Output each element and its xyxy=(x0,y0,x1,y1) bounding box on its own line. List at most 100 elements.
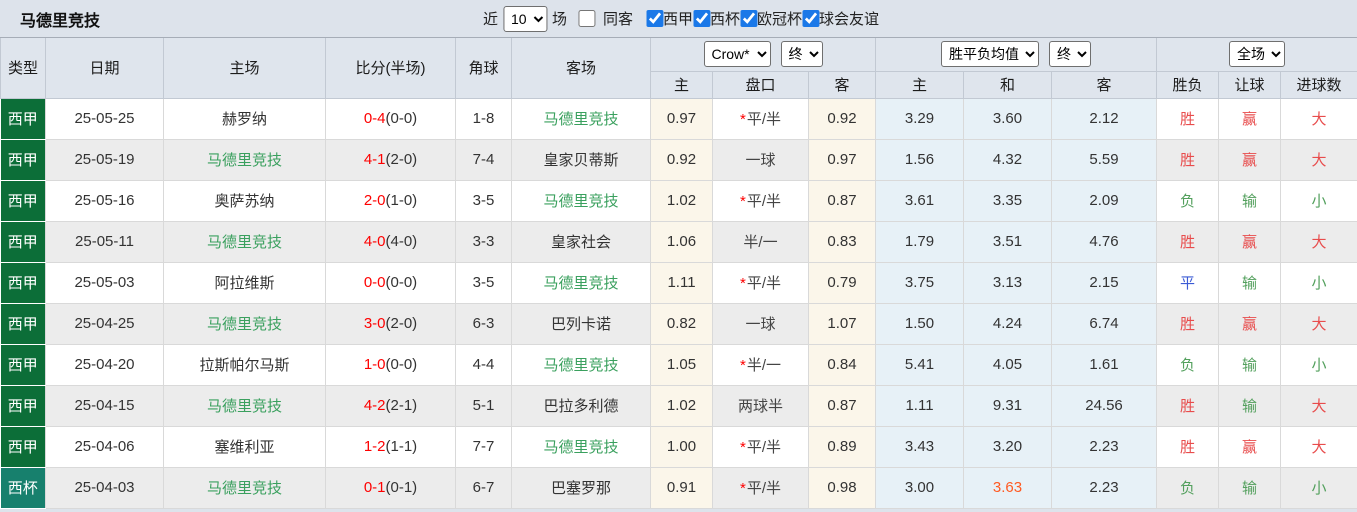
avg-away-odds: 2.12 xyxy=(1050,97,1158,140)
corner-score: 3-3 xyxy=(455,220,512,263)
match-score: 4-1(2-0) xyxy=(325,138,456,181)
avg-away-odds: 2.09 xyxy=(1050,179,1158,222)
result-handicap: 输 xyxy=(1218,466,1282,509)
league-checkbox[interactable] xyxy=(802,10,820,27)
home-team-link[interactable]: 塞维利亚 xyxy=(214,439,274,456)
away-team-cell: 皇家社会 xyxy=(511,220,651,263)
result-goals: 小 xyxy=(1280,466,1357,509)
result-win-loss: 胜 xyxy=(1156,425,1220,468)
handicap-home-odds: 1.05 xyxy=(650,343,713,386)
away-team-link[interactable]: 巴列卡诺 xyxy=(551,316,611,333)
league-checkbox[interactable] xyxy=(740,10,758,27)
home-team-link[interactable]: 奥萨苏纳 xyxy=(214,193,274,210)
match-date: 25-04-25 xyxy=(45,302,164,345)
avg-draw-odds: 3.63 xyxy=(963,466,1052,509)
result-win-loss: 胜 xyxy=(1156,220,1220,263)
result-handicap: 赢 xyxy=(1218,425,1282,468)
sub-header-away-odds: 客 xyxy=(808,70,876,99)
handicap-line: *半/一 xyxy=(712,343,809,386)
home-team-link[interactable]: 马德里竞技 xyxy=(207,398,282,415)
league-checkbox[interactable] xyxy=(693,10,711,27)
league-badge: 西杯 xyxy=(0,466,46,509)
away-team-link[interactable]: 马德里竞技 xyxy=(543,275,618,292)
full-time-score: 1-2 xyxy=(363,438,386,455)
col-header-away: 客场 xyxy=(511,38,651,99)
home-team-link[interactable]: 马德里竞技 xyxy=(207,234,282,251)
match-date: 25-05-25 xyxy=(45,97,164,140)
scope-header: 全场 xyxy=(1156,38,1357,72)
handicap-star: * xyxy=(739,480,746,497)
corner-score: 6-3 xyxy=(455,302,512,345)
result-win-loss: 负 xyxy=(1156,343,1220,386)
handicap-star: * xyxy=(739,275,746,292)
avg-away-odds: 2.23 xyxy=(1050,466,1158,509)
handicap-away-odds: 0.79 xyxy=(808,261,876,304)
matches-label: 场 xyxy=(551,11,567,28)
full-time-score: 1-0 xyxy=(363,356,386,373)
col-header-corner: 角球 xyxy=(455,38,512,99)
sub-header-avg-home: 主 xyxy=(875,70,964,99)
half-time-score: (4-0) xyxy=(385,233,418,250)
bookmaker-select[interactable]: Crow* xyxy=(703,41,771,68)
away-team-cell: 皇家贝蒂斯 xyxy=(511,138,651,181)
avg-draw-odds: 3.51 xyxy=(963,220,1052,263)
result-goals: 大 xyxy=(1280,220,1357,263)
home-team-link[interactable]: 马德里竞技 xyxy=(207,152,282,169)
league-badge: 西甲 xyxy=(0,138,46,181)
league-badge: 西甲 xyxy=(0,261,46,304)
away-team-link[interactable]: 马德里竞技 xyxy=(543,439,618,456)
average-time-select[interactable]: 终 xyxy=(1049,41,1091,68)
result-win-loss: 胜 xyxy=(1156,138,1220,181)
result-handicap: 输 xyxy=(1218,261,1282,304)
result-handicap: 赢 xyxy=(1218,302,1282,345)
half-time-score: (0-1) xyxy=(385,479,418,496)
handicap-home-odds: 0.82 xyxy=(650,302,713,345)
handicap-star: * xyxy=(739,357,746,374)
home-team-link[interactable]: 马德里竞技 xyxy=(207,316,282,333)
home-team-link[interactable]: 阿拉维斯 xyxy=(214,275,274,292)
recent-label: 近 xyxy=(482,11,498,28)
league-filter-3: 球会友谊 xyxy=(802,8,879,29)
scope-select[interactable]: 全场 xyxy=(1229,41,1286,68)
result-goals: 大 xyxy=(1280,384,1357,427)
home-team-link[interactable]: 赫罗纳 xyxy=(222,111,267,128)
league-badge: 西甲 xyxy=(0,97,46,140)
away-team-link[interactable]: 巴拉多利德 xyxy=(543,398,618,415)
avg-home-odds: 1.56 xyxy=(875,138,964,181)
bookmaker-time-select[interactable]: 终 xyxy=(780,41,823,68)
away-team-link[interactable]: 皇家贝蒂斯 xyxy=(543,152,618,169)
avg-away-odds: 5.59 xyxy=(1050,138,1158,181)
recent-count-select[interactable]: 10 xyxy=(502,5,547,32)
same-venue-checkbox[interactable] xyxy=(577,10,595,27)
topbar: 马德里竞技 近 10 场 同客 西甲 西杯 欧冠杯 球会友谊 xyxy=(0,0,1357,38)
sub-header-home-odds: 主 xyxy=(650,70,713,99)
away-team-link[interactable]: 巴塞罗那 xyxy=(551,480,611,497)
home-team-cell: 马德里竞技 xyxy=(163,220,326,263)
league-filter-label: 西杯 xyxy=(710,11,741,28)
match-row: 西甲 25-05-03 阿拉维斯 0-0(0-0) 3-5 马德里竞技 1.11 *平/半 0.… xyxy=(0,261,1357,304)
away-team-cell: 马德里竞技 xyxy=(511,425,651,468)
match-date: 25-05-16 xyxy=(45,179,164,222)
away-team-link[interactable]: 皇家社会 xyxy=(551,234,611,251)
average-odds-select[interactable]: 胜平负均值 xyxy=(941,41,1039,68)
league-checkbox[interactable] xyxy=(645,10,663,27)
handicap-away-odds: 0.83 xyxy=(808,220,876,263)
away-team-link[interactable]: 马德里竞技 xyxy=(543,193,618,210)
avg-home-odds: 3.00 xyxy=(875,466,964,509)
match-row: 西甲 25-04-15 马德里竞技 4-2(2-1) 5-1 巴拉多利德 1.02 两球半 0.… xyxy=(0,384,1357,427)
avg-home-odds: 5.41 xyxy=(875,343,964,386)
handicap-text: 平/半 xyxy=(746,193,781,210)
handicap-home-odds: 1.00 xyxy=(650,425,713,468)
handicap-text: 平/半 xyxy=(746,439,781,456)
avg-draw-odds: 4.32 xyxy=(963,138,1052,181)
result-win-loss: 负 xyxy=(1156,179,1220,222)
home-team-cell: 马德里竞技 xyxy=(163,384,326,427)
result-goals: 小 xyxy=(1280,343,1357,386)
home-team-link[interactable]: 拉斯帕尔马斯 xyxy=(199,357,289,374)
corner-score: 4-4 xyxy=(455,343,512,386)
handicap-home-odds: 1.11 xyxy=(650,261,713,304)
home-team-link[interactable]: 马德里竞技 xyxy=(207,480,282,497)
away-team-link[interactable]: 马德里竞技 xyxy=(543,111,618,128)
corner-score: 5-1 xyxy=(455,384,512,427)
away-team-link[interactable]: 马德里竞技 xyxy=(543,357,618,374)
